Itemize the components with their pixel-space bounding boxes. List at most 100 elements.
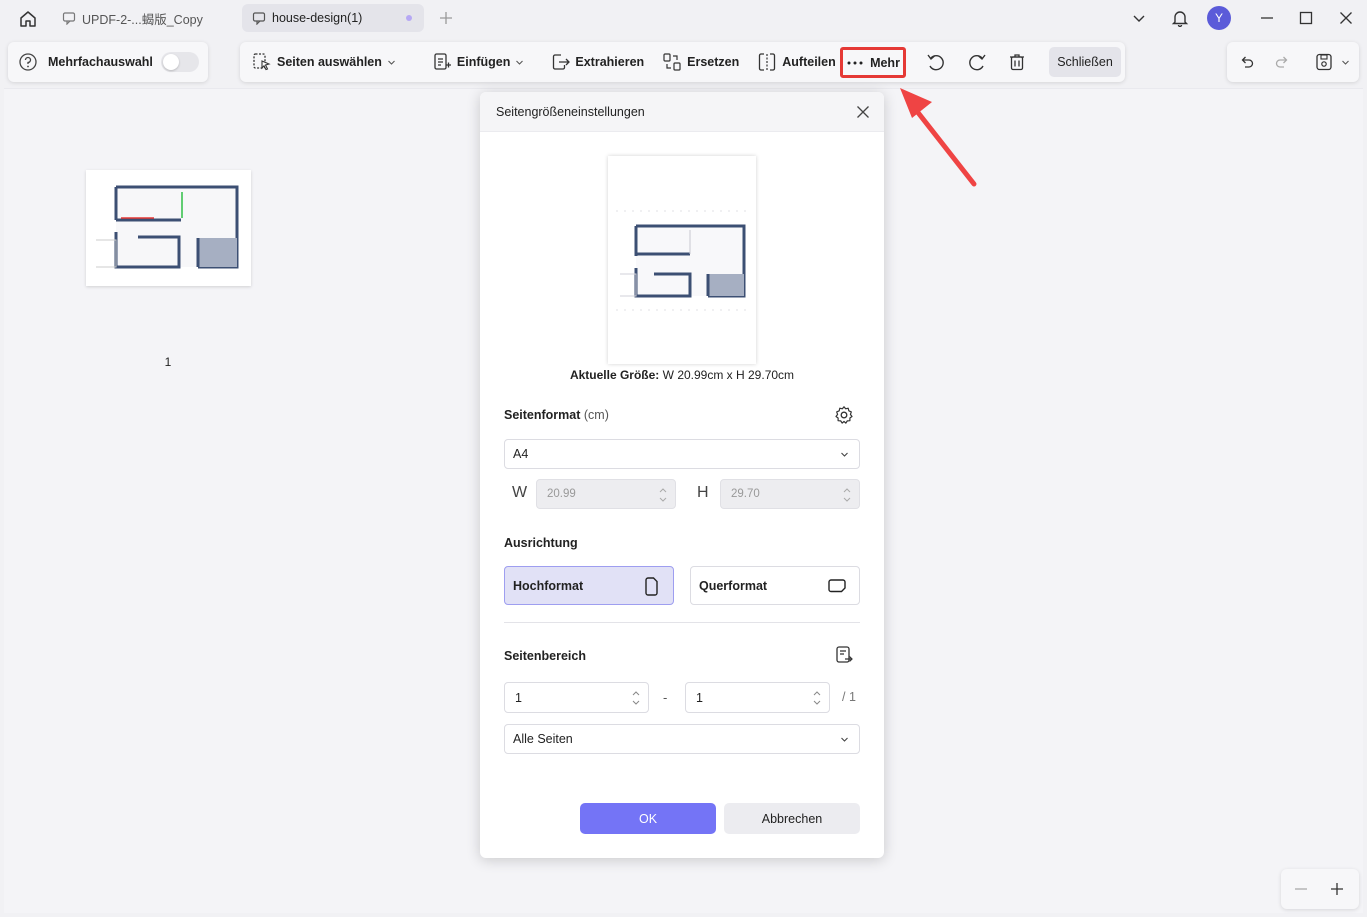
trash-icon[interactable] [1005, 50, 1029, 74]
split-icon [757, 52, 777, 72]
page-format-select[interactable]: A4 [504, 439, 860, 469]
insert-icon [432, 52, 452, 72]
chevron-down-icon [840, 735, 849, 744]
page-format-heading: Seitenformat (cm) [504, 408, 609, 422]
landscape-page-icon [827, 576, 847, 596]
select-pages-label: Seiten auswählen [277, 55, 382, 69]
dialog-title: Seitengrößeneinstellungen [496, 105, 645, 119]
stepper-icon[interactable] [843, 486, 851, 504]
multi-select-toggle[interactable] [160, 52, 199, 72]
chevron-down-icon [515, 58, 524, 67]
height-value: 29.70 [731, 488, 760, 500]
tab-updf-copy[interactable]: UPDF-2-...蝎版_Copy [52, 4, 234, 32]
stepper-icon[interactable] [813, 689, 821, 707]
help-icon[interactable] [18, 52, 38, 72]
extract-label: Extrahieren [575, 55, 645, 69]
page-format-label: Seitenformat [504, 408, 581, 422]
more-label: Mehr [870, 55, 900, 70]
zoom-out-icon[interactable] [1291, 879, 1311, 899]
close-icon[interactable] [854, 103, 872, 121]
page-tools-toolbar: Seiten auswählen Einfügen Extrahieren Er… [240, 42, 1125, 82]
page-range-icon[interactable] [833, 644, 855, 666]
portrait-option[interactable]: Hochformat [504, 566, 674, 605]
new-tab-plus-icon[interactable] [436, 8, 456, 28]
gear-icon[interactable] [833, 404, 855, 426]
page-thumbnail[interactable] [86, 170, 251, 286]
range-from-input[interactable]: 1 [504, 682, 649, 713]
range-to-input[interactable]: 1 [685, 682, 830, 713]
chevron-down-icon [387, 58, 396, 67]
tab-label: UPDF-2-...蝎版_Copy [82, 12, 203, 27]
zoom-in-icon[interactable] [1327, 879, 1347, 899]
tab-label: house-design(1) [272, 11, 363, 25]
replace-label: Ersetzen [687, 55, 740, 69]
extract-icon [550, 52, 571, 72]
divider [504, 622, 860, 623]
split-label: Aufteilen [782, 55, 836, 69]
document-icon [252, 11, 266, 25]
multi-select-group: Mehrfachauswahl [8, 42, 208, 82]
save-icon[interactable] [1312, 50, 1336, 74]
orientation-label: Ausrichtung [504, 536, 578, 550]
document-icon [62, 11, 76, 25]
page-format-value: A4 [513, 447, 529, 461]
more-button[interactable]: Mehr [840, 47, 906, 78]
range-from-value: 1 [515, 690, 522, 705]
range-total: / 1 [842, 690, 856, 704]
close-tool-button[interactable]: Schließen [1049, 47, 1121, 77]
bell-icon[interactable] [1168, 6, 1192, 30]
replace-button[interactable]: Ersetzen [658, 47, 743, 77]
zoom-controls [1281, 869, 1359, 909]
maximize-icon[interactable] [1294, 6, 1318, 30]
landscape-option[interactable]: Querformat [690, 566, 860, 605]
range-dash: - [663, 690, 668, 705]
height-input[interactable]: 29.70 [720, 479, 860, 509]
select-pages-button[interactable]: Seiten auswählen [248, 47, 400, 77]
page-range-select[interactable]: Alle Seiten [504, 724, 860, 754]
page-preview [608, 156, 756, 364]
width-value: 20.99 [547, 488, 576, 500]
chevron-down-icon[interactable] [1337, 50, 1353, 74]
current-size-label: Aktuelle Größe: [569, 368, 660, 382]
replace-icon [662, 52, 682, 72]
portrait-label: Hochformat [513, 578, 584, 593]
split-button[interactable]: Aufteilen [753, 47, 853, 77]
tab-house-design[interactable]: house-design(1) [242, 4, 424, 32]
page-format-unit: (cm) [583, 408, 609, 422]
rotate-left-icon[interactable] [924, 50, 948, 74]
page-size-dialog: Seitengrößeneinstellungen Aktuelle Größe… [480, 92, 884, 858]
dialog-header: Seitengrößeneinstellungen [480, 92, 884, 132]
stepper-icon[interactable] [659, 486, 667, 504]
minimize-icon[interactable] [1255, 6, 1279, 30]
floor-plan-thumbnail [96, 185, 239, 269]
annotation-arrow-icon [900, 88, 977, 187]
extract-button[interactable]: Extrahieren [546, 47, 648, 77]
rotate-right-icon[interactable] [965, 50, 989, 74]
height-letter: H [697, 484, 709, 501]
page-range-label: Seitenbereich [504, 649, 586, 663]
insert-button[interactable]: Einfügen [428, 47, 528, 77]
title-bar: UPDF-2-...蝎版_Copy house-design(1) Y [0, 0, 1367, 36]
cancel-button[interactable]: Abbrechen [724, 803, 860, 834]
unsaved-dot [406, 15, 412, 21]
landscape-label: Querformat [699, 578, 768, 593]
insert-label: Einfügen [456, 55, 511, 69]
current-size: Aktuelle Größe: W 20.99cm x H 29.70cm [480, 368, 884, 382]
home-icon[interactable] [16, 7, 40, 31]
chevron-down-icon[interactable] [1127, 6, 1151, 30]
width-input[interactable]: 20.99 [536, 479, 676, 509]
stepper-icon[interactable] [632, 689, 640, 707]
undo-icon[interactable] [1235, 50, 1259, 74]
redo-icon[interactable] [1270, 50, 1294, 74]
ok-button[interactable]: OK [580, 803, 716, 834]
close-window-icon[interactable] [1334, 6, 1358, 30]
more-dots-icon [846, 58, 864, 68]
range-to-value: 1 [696, 690, 703, 705]
page-range-option: Alle Seiten [513, 732, 573, 746]
multi-select-label: Mehrfachauswahl [48, 55, 153, 69]
select-pages-icon [252, 52, 272, 72]
chevron-down-icon [840, 450, 849, 459]
thumbnail-page-number: 1 [164, 355, 172, 369]
avatar[interactable]: Y [1207, 6, 1231, 30]
floor-plan-preview [616, 210, 748, 311]
